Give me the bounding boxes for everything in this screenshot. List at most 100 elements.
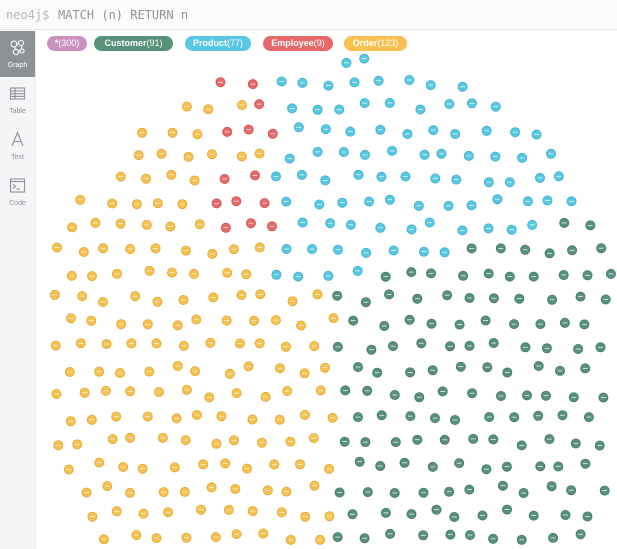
order-node[interactable] xyxy=(98,243,109,254)
order-node[interactable] xyxy=(172,320,183,331)
product-node[interactable] xyxy=(375,222,386,233)
customer-node[interactable] xyxy=(399,457,410,468)
customer-node[interactable] xyxy=(582,270,593,281)
customer-node[interactable] xyxy=(389,487,400,498)
order-node[interactable] xyxy=(204,392,215,403)
employee-node[interactable] xyxy=(231,196,242,207)
order-node[interactable] xyxy=(188,268,199,279)
order-node[interactable] xyxy=(315,534,326,545)
order-node[interactable] xyxy=(208,292,219,303)
product-node[interactable] xyxy=(443,200,454,211)
customer-node[interactable] xyxy=(445,341,456,352)
product-node[interactable] xyxy=(373,75,384,86)
order-node[interactable] xyxy=(222,267,233,278)
product-node[interactable] xyxy=(364,196,375,207)
customer-node[interactable] xyxy=(449,414,460,425)
employee-node[interactable] xyxy=(247,79,258,90)
product-node[interactable] xyxy=(522,196,533,207)
customer-node[interactable] xyxy=(579,319,590,330)
legend-product-pill[interactable]: Product(77) xyxy=(185,36,251,51)
customer-node[interactable] xyxy=(466,243,477,254)
customer-node[interactable] xyxy=(535,319,546,330)
order-node[interactable] xyxy=(125,487,136,498)
customer-node[interactable] xyxy=(454,319,465,330)
customer-node[interactable] xyxy=(380,507,391,518)
product-node[interactable] xyxy=(566,196,577,207)
order-node[interactable] xyxy=(112,268,123,279)
customer-node[interactable] xyxy=(533,360,544,371)
order-node[interactable] xyxy=(206,149,217,160)
order-node[interactable] xyxy=(262,485,273,496)
order-node[interactable] xyxy=(116,319,127,330)
customer-node[interactable] xyxy=(559,217,570,228)
product-node[interactable] xyxy=(504,177,515,188)
customer-node[interactable] xyxy=(555,365,566,376)
customer-node[interactable] xyxy=(352,361,363,372)
order-node[interactable] xyxy=(220,458,231,469)
order-node[interactable] xyxy=(107,198,118,209)
product-node[interactable] xyxy=(352,265,363,276)
order-node[interactable] xyxy=(234,338,245,349)
customer-node[interactable] xyxy=(425,268,436,279)
customer-node[interactable] xyxy=(389,389,400,400)
customer-node[interactable] xyxy=(495,390,506,401)
product-node[interactable] xyxy=(361,247,372,258)
customer-node[interactable] xyxy=(427,461,438,472)
view-code-button[interactable]: Code xyxy=(0,169,35,215)
order-node[interactable] xyxy=(141,173,152,184)
product-node[interactable] xyxy=(451,174,462,185)
product-node[interactable] xyxy=(506,224,517,235)
product-node[interactable] xyxy=(483,223,494,234)
customer-node[interactable] xyxy=(442,290,453,301)
customer-node[interactable] xyxy=(464,529,475,540)
order-node[interactable] xyxy=(67,222,78,233)
product-node[interactable] xyxy=(553,171,564,182)
employee-node[interactable] xyxy=(222,126,233,137)
order-node[interactable] xyxy=(142,319,153,330)
customer-node[interactable] xyxy=(406,267,417,278)
order-node[interactable] xyxy=(194,219,205,230)
order-node[interactable] xyxy=(308,433,319,444)
product-node[interactable] xyxy=(307,243,318,254)
product-node[interactable] xyxy=(337,197,348,208)
customer-node[interactable] xyxy=(412,293,423,304)
product-node[interactable] xyxy=(400,171,411,182)
product-node[interactable] xyxy=(415,104,426,115)
product-node[interactable] xyxy=(341,57,352,68)
customer-node[interactable] xyxy=(468,433,479,444)
customer-node[interactable] xyxy=(384,289,395,300)
order-node[interactable] xyxy=(319,362,330,373)
customer-node[interactable] xyxy=(480,315,491,326)
view-table-button[interactable]: Table xyxy=(0,77,35,123)
order-node[interactable] xyxy=(154,386,165,397)
customer-node[interactable] xyxy=(502,367,513,378)
customer-node[interactable] xyxy=(360,297,371,308)
product-node[interactable] xyxy=(457,81,468,92)
product-node[interactable] xyxy=(425,80,436,91)
customer-node[interactable] xyxy=(546,481,557,492)
product-node[interactable] xyxy=(323,270,334,281)
order-node[interactable] xyxy=(150,243,161,254)
order-node[interactable] xyxy=(299,409,310,420)
product-node[interactable] xyxy=(492,194,503,205)
order-node[interactable] xyxy=(296,320,307,331)
order-node[interactable] xyxy=(287,296,298,307)
customer-node[interactable] xyxy=(418,487,429,498)
customer-node[interactable] xyxy=(477,510,488,521)
order-node[interactable] xyxy=(165,221,176,232)
order-node[interactable] xyxy=(178,294,189,305)
order-node[interactable] xyxy=(77,291,88,302)
product-node[interactable] xyxy=(320,124,331,135)
product-node[interactable] xyxy=(531,129,542,140)
product-node[interactable] xyxy=(293,271,304,282)
product-node[interactable] xyxy=(296,169,307,180)
product-node[interactable] xyxy=(387,145,398,156)
customer-node[interactable] xyxy=(347,509,358,520)
product-node[interactable] xyxy=(353,169,364,180)
customer-node[interactable] xyxy=(567,245,578,256)
customer-node[interactable] xyxy=(429,413,440,424)
product-node[interactable] xyxy=(534,172,545,183)
customer-node[interactable] xyxy=(599,485,610,496)
order-node[interactable] xyxy=(181,384,192,395)
order-node[interactable] xyxy=(177,199,188,210)
